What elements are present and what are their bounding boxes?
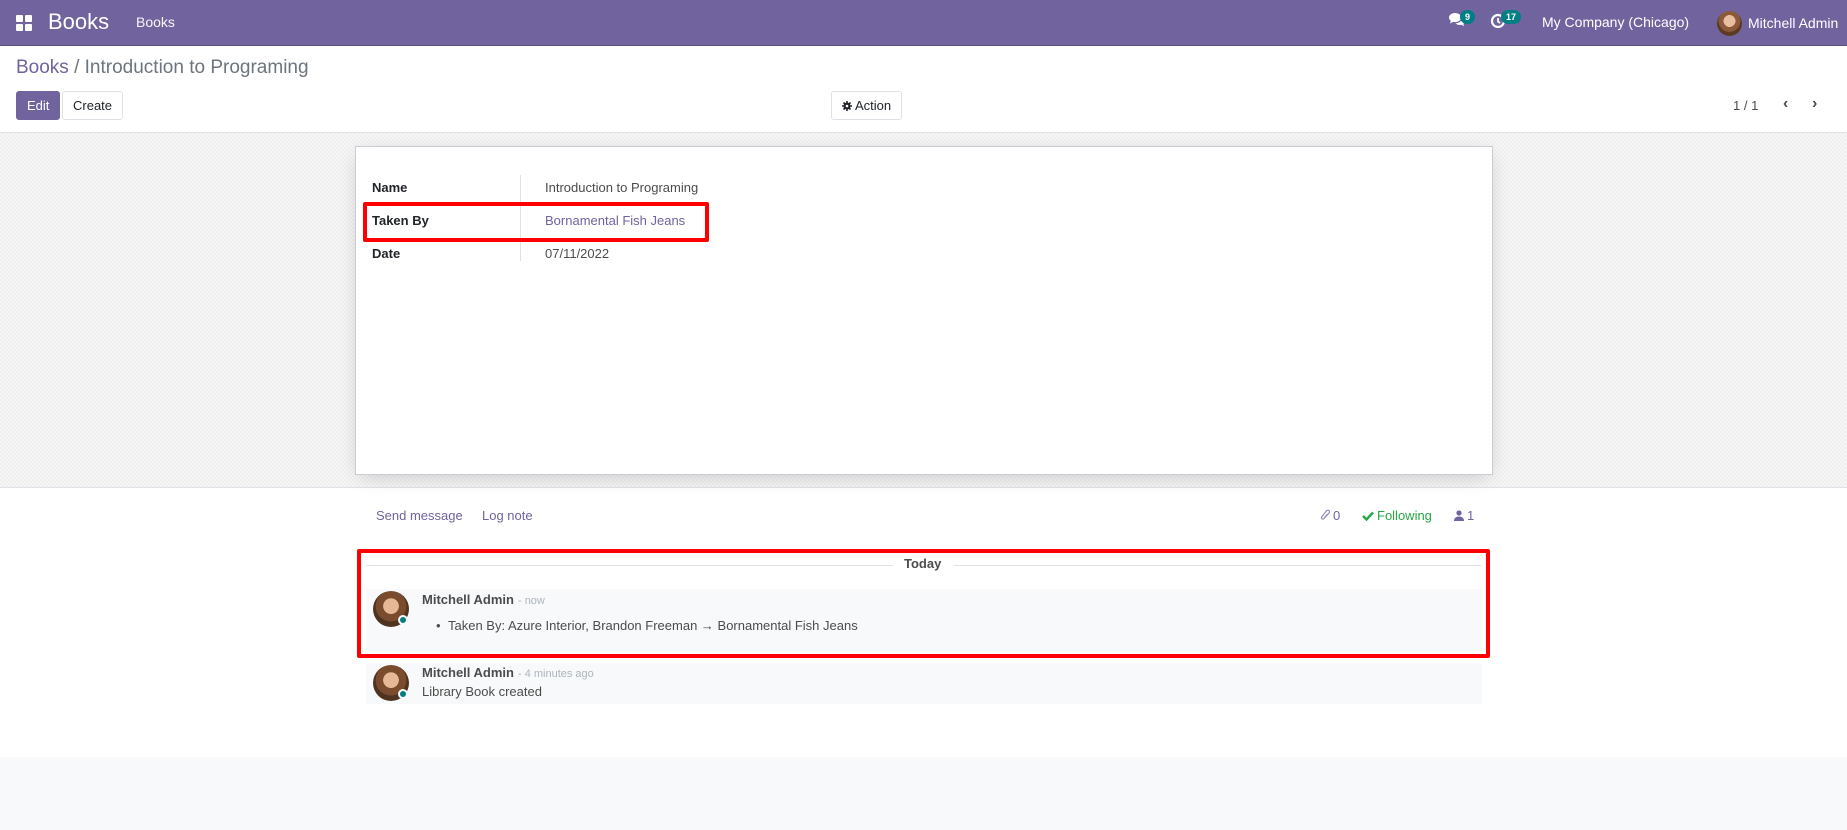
field-taken-by: Taken By Bornamental Fish Jeans: [372, 213, 972, 243]
message-item: Mitchell Admin - 4 minutes ago Library Bo…: [366, 663, 1482, 704]
message-item: Mitchell Admin- now Taken By: Azure Inte…: [366, 589, 1482, 651]
message-author[interactable]: Mitchell Admin - now: [422, 592, 545, 607]
paperclip-icon: [1320, 509, 1330, 520]
action-button[interactable]: Action: [831, 91, 903, 120]
edit-button[interactable]: Edit: [16, 91, 61, 120]
date-separator-label: Today: [904, 556, 942, 571]
pager-previous-button[interactable]: ‹: [1783, 95, 1788, 113]
log-note-button[interactable]: Log note: [482, 508, 533, 523]
apps-menu-icon[interactable]: [16, 15, 32, 31]
date-separator: Today: [366, 556, 1481, 576]
field-label-name: Name: [372, 180, 408, 195]
field-value-date: 07/11/2022: [545, 246, 610, 261]
activities-menu[interactable]: 17: [1490, 10, 1522, 31]
action-label: Action: [855, 98, 892, 113]
send-message-button[interactable]: Send message: [376, 508, 463, 523]
user-menu[interactable]: Mitchell Admin: [1717, 10, 1838, 36]
followers-count: 1: [1467, 508, 1475, 523]
menu-item-books[interactable]: Books: [136, 14, 175, 30]
user-avatar: [1717, 10, 1742, 36]
messages-menu[interactable]: 9: [1448, 10, 1476, 31]
followers-button[interactable]: 1: [1454, 508, 1474, 523]
message-body: Library Book created: [422, 684, 542, 699]
field-value-name: Introduction to Programing: [545, 180, 699, 195]
online-status-icon: [398, 615, 408, 625]
following-button[interactable]: Following: [1362, 508, 1432, 523]
field-value-taken-by[interactable]: Bornamental Fish Jeans: [545, 213, 685, 228]
form-sheet: Name Introduction to Programing Taken By…: [355, 146, 1493, 475]
field-label-date: Date: [372, 246, 401, 261]
message-date: - now: [517, 595, 545, 607]
attachments-count: 0: [1333, 508, 1341, 523]
attachments-button[interactable]: 0: [1320, 508, 1340, 523]
pager-value: 1 / 1: [1733, 98, 1759, 113]
breadcrumb: Books / Introduction to Programing: [16, 57, 309, 79]
user-name: Mitchell Admin: [1748, 15, 1839, 31]
pager-next-button[interactable]: ›: [1812, 95, 1817, 113]
breadcrumb-separator: /: [74, 57, 80, 78]
check-icon: [1362, 511, 1374, 521]
page-footer-area: [0, 757, 1847, 830]
online-status-icon: [398, 689, 408, 699]
field-name: Name Introduction to Programing: [372, 180, 972, 210]
following-label: Following: [1377, 508, 1432, 523]
chatter-topbar: Send message Log note 0 Following 1: [376, 508, 1476, 532]
create-button[interactable]: Create: [62, 91, 124, 120]
app-brand[interactable]: Books: [48, 9, 109, 35]
field-date: Date 07/11/2022: [372, 246, 972, 276]
field-label-taken-by: Taken By: [372, 213, 429, 228]
message-author[interactable]: Mitchell Admin - 4 minutes ago: [422, 665, 594, 680]
message-date: - 4 minutes ago: [517, 668, 594, 680]
gear-icon: [842, 100, 852, 111]
messages-badge: 9: [1460, 10, 1476, 24]
user-icon: [1454, 510, 1464, 521]
top-navbar: Books Books 9 17 My Company (Chicago) Mi…: [0, 0, 1847, 46]
activities-badge: 17: [1501, 10, 1522, 24]
tracking-value: Taken By: Azure Interior, Brandon Freema…: [436, 618, 858, 633]
breadcrumb-current: Introduction to Programing: [84, 57, 309, 78]
company-switcher[interactable]: My Company (Chicago): [1542, 14, 1689, 30]
breadcrumb-parent[interactable]: Books: [16, 57, 69, 78]
